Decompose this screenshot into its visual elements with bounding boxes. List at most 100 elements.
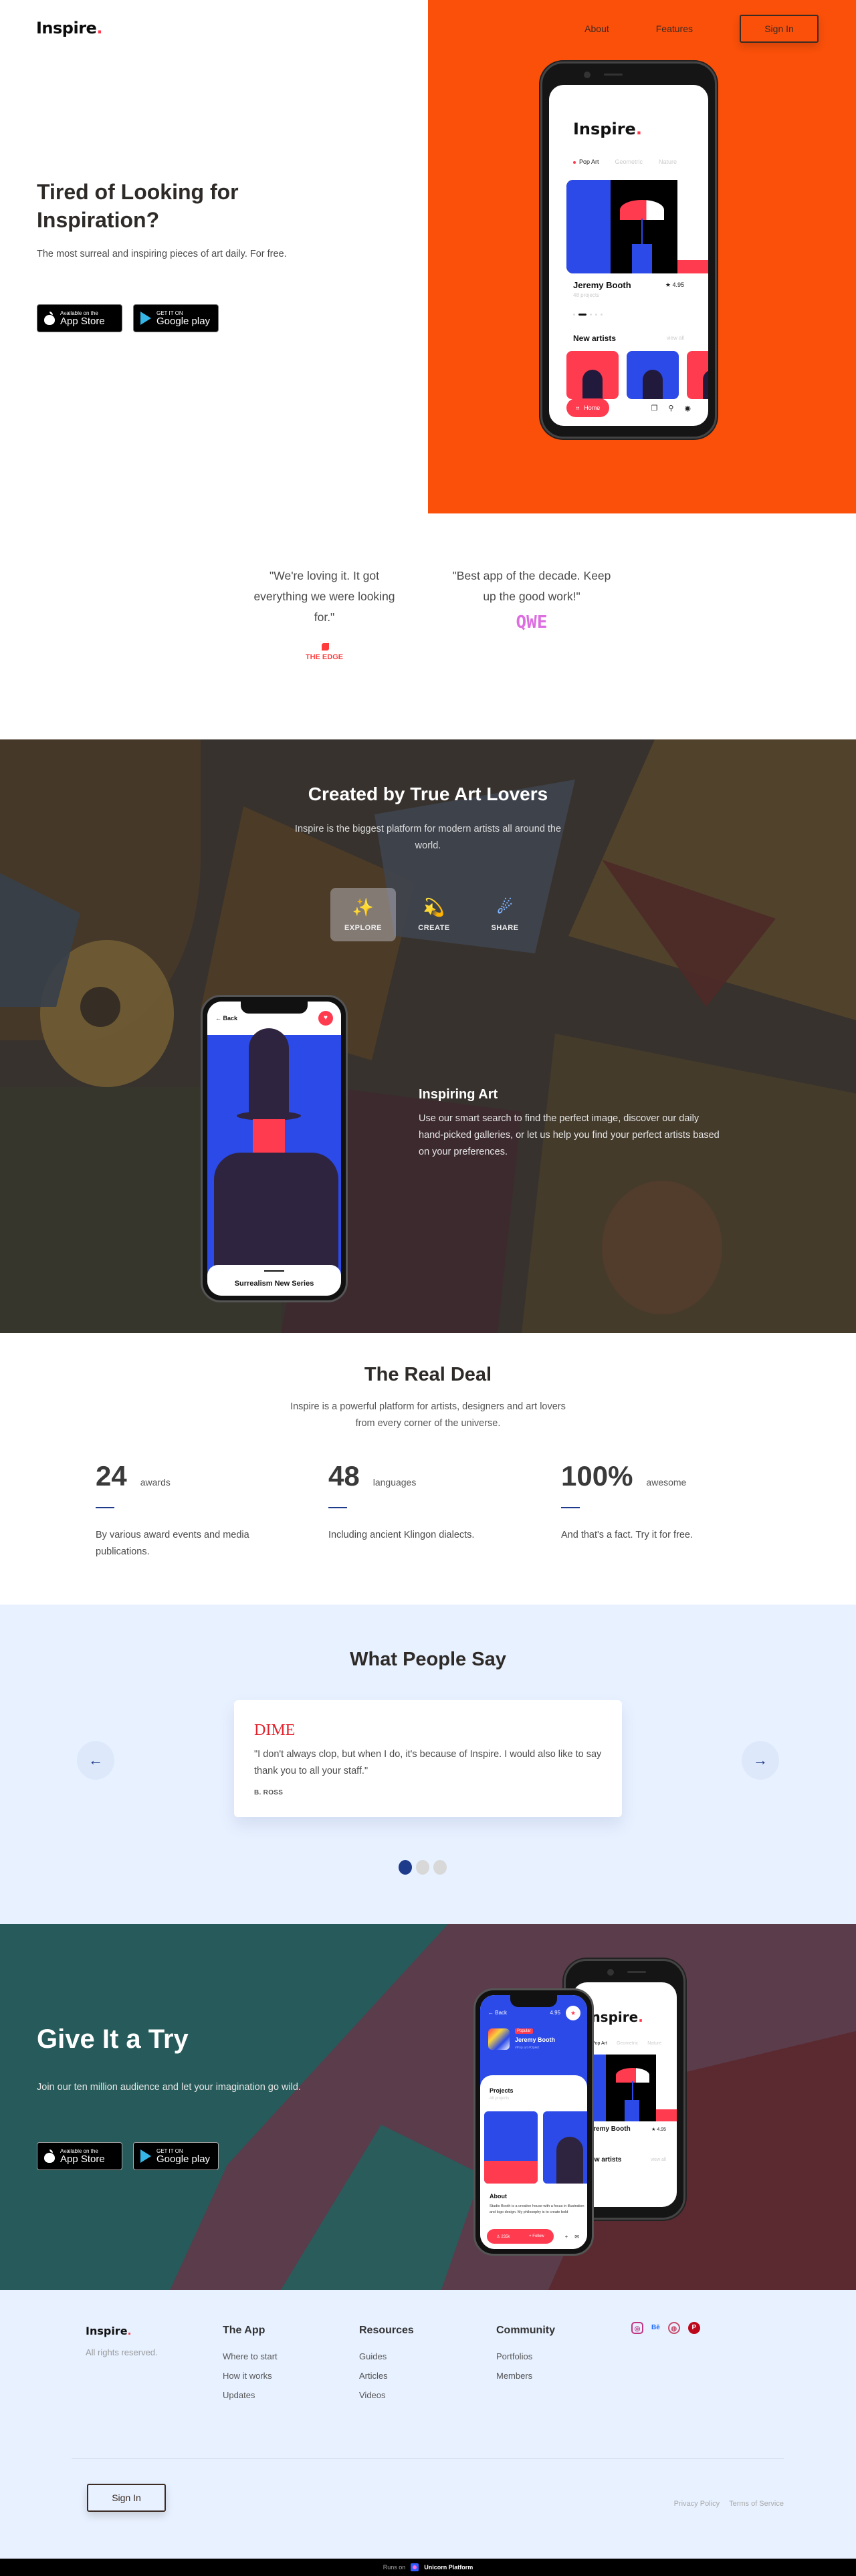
qwe-logo: QWE xyxy=(516,612,548,632)
heart-icon: ♥ xyxy=(318,1011,333,1026)
hero-section: Inspire. About Features Sign In Tired of… xyxy=(0,0,856,513)
user-icon: ♙ 235k xyxy=(496,2234,510,2239)
app-tab-nature: Nature xyxy=(659,158,677,165)
stats-subtitle: Inspire is a powerful platform for artis… xyxy=(290,1401,566,1429)
footer-logo[interactable]: Inspire. xyxy=(86,2325,132,2337)
terms-link[interactable]: Terms of Service xyxy=(729,2500,784,2508)
speaker xyxy=(604,74,623,76)
cta-title: Give It a Try xyxy=(37,2024,189,2054)
dime-logo: DIME xyxy=(254,1722,296,1739)
tab-share[interactable]: ☄ SHARE xyxy=(472,888,538,941)
footer-link-where-to-start[interactable]: Where to start xyxy=(223,2351,278,2361)
feature-description: Inspiring Art Use our smart search to fi… xyxy=(419,1087,726,1161)
footer-link-guides[interactable]: Guides xyxy=(359,2351,414,2361)
google-play-icon xyxy=(140,2149,151,2163)
copy-icon: ❐ xyxy=(651,404,658,413)
app-view-all: view all xyxy=(666,335,684,341)
footer-signin-button[interactable]: Sign In xyxy=(87,2484,166,2512)
hero-title: Tired of Looking for Inspiration? xyxy=(37,180,239,232)
footer-link-members[interactable]: Members xyxy=(496,2371,555,2381)
runs-on-bar[interactable]: Runs on Unicorn Platform xyxy=(0,2559,856,2576)
shooting-star-icon: 💫 xyxy=(423,897,445,917)
logo[interactable]: Inspire. xyxy=(36,19,102,37)
next-arrow-button[interactable]: → xyxy=(742,1741,779,1780)
cta-section: Give It a Try Join our ten million audie… xyxy=(0,1924,856,2290)
carousel-dot-3[interactable] xyxy=(433,1860,447,1875)
search-icon: ⚲ xyxy=(668,404,674,413)
google-play-button[interactable]: GET IT ON Google play xyxy=(133,304,219,332)
tab-create[interactable]: 💫 CREATE xyxy=(401,888,467,941)
artist-avatar xyxy=(488,2028,510,2050)
signin-button[interactable]: Sign In xyxy=(740,15,819,43)
camera-icon xyxy=(584,72,591,78)
testimonial-author: B. ROSS xyxy=(254,1789,284,1796)
cta-subtitle: Join our ten million audience and let yo… xyxy=(37,2082,301,2093)
umbrella-artwork xyxy=(566,180,708,273)
footer-link-articles[interactable]: Articles xyxy=(359,2371,414,2381)
feature-tabs: ✨ EXPLORE 💫 CREATE ☄ SHARE xyxy=(330,888,538,941)
nav-features[interactable]: Features xyxy=(656,23,693,34)
plus-icon: + xyxy=(564,2234,568,2240)
privacy-policy-link[interactable]: Privacy Policy xyxy=(674,2500,720,2508)
top-nav: About Features Sign In xyxy=(584,15,819,43)
mail-icon: ✉ xyxy=(574,2234,579,2240)
carousel-dot-1[interactable] xyxy=(399,1860,412,1875)
footer-col-community: Community Portfolios Members xyxy=(496,2325,555,2381)
app-store-button[interactable]: Available on the App Store xyxy=(37,304,122,332)
app-new-artists-heading: New artists xyxy=(573,334,617,343)
carousel-dot-2[interactable] xyxy=(416,1860,429,1875)
footer-link-how-it-works[interactable]: How it works xyxy=(223,2371,278,2381)
apple-icon xyxy=(44,2149,55,2163)
social-links: ◎ Bē ◍ P xyxy=(631,2322,700,2334)
stats-section: The Real Deal Inspire is a powerful plat… xyxy=(0,1333,856,1605)
pinterest-icon[interactable]: P xyxy=(687,2322,700,2334)
instagram-icon[interactable]: ◎ xyxy=(631,2322,643,2334)
stats-title: The Real Deal xyxy=(364,1364,492,1385)
stat-awesome: 100% awesome And that's a fact. Try it for… xyxy=(561,1460,693,1540)
testimonials-section: What People Say ← DIME "I don't always c… xyxy=(0,1605,856,1924)
stat-awards: 24 awards By various award events and medi… xyxy=(96,1460,249,1557)
footer-link-portfolios[interactable]: Portfolios xyxy=(496,2351,555,2361)
nav-about[interactable]: About xyxy=(584,23,609,34)
star-icon: ★ xyxy=(566,2006,580,2020)
unicorn-platform-icon xyxy=(411,2563,419,2571)
app-artist-thumbnails xyxy=(566,351,708,399)
tab-explore[interactable]: ✨ EXPLORE xyxy=(330,888,396,941)
cta-google-play-button[interactable]: GET IT ON Google play xyxy=(133,2142,219,2170)
app-pager-dots xyxy=(573,314,603,316)
app-rating: ★ 4.95 xyxy=(665,281,684,288)
app-artist-projects: 48 projects xyxy=(573,292,600,298)
footer-link-updates[interactable]: Updates xyxy=(223,2390,278,2400)
app-tab-geometric: Geometric xyxy=(615,158,643,165)
comet-icon: ☄ xyxy=(497,897,513,917)
surrealism-phone-mockup: ← Back ♥ Surrealism New Series xyxy=(201,995,348,1302)
prev-arrow-button[interactable]: ← xyxy=(77,1741,114,1780)
footer-link-videos[interactable]: Videos xyxy=(359,2390,414,2400)
star-icon: ★ xyxy=(665,281,673,288)
legal-links: Privacy Policy Terms of Service xyxy=(674,2500,784,2508)
sparkles-icon: ✨ xyxy=(352,897,374,917)
carousel-dots xyxy=(399,1860,447,1875)
stat-languages: 48 languages Including ancient Klingon dia… xyxy=(328,1460,475,1540)
feature-text: Use our smart search to find the perfect… xyxy=(419,1113,720,1157)
feature-title: Inspiring Art xyxy=(419,1087,498,1102)
profile-icon: ◉ xyxy=(684,404,691,413)
footer-col-app: The App Where to start How it works Upda… xyxy=(223,2325,278,2400)
copyright: All rights reserved. xyxy=(86,2347,158,2357)
store-buttons: Available on the App Store GET IT ON Googl… xyxy=(37,304,219,332)
hero-subtitle: The most surreal and inspiring pieces of… xyxy=(37,249,287,259)
cta-iphone-mockup: ← Back 4.95 ★ Popular Jeremy Booth #Pop … xyxy=(473,1988,594,2256)
behance-icon[interactable]: Bē xyxy=(651,2322,660,2334)
press-quote-the-edge: "We're loving it. It got everything we w… xyxy=(244,566,405,739)
features-subtitle: Inspire is the biggest platform for mode… xyxy=(294,824,562,851)
app-artist-name: Jeremy Booth xyxy=(573,280,631,290)
testimonial-card: DIME "I don't always clop, but when I do… xyxy=(234,1700,622,1817)
features-title: Created by True Art Lovers xyxy=(308,784,548,804)
cta-app-store-button[interactable]: Available on the App Store xyxy=(37,2142,122,2170)
dribbble-icon[interactable]: ◍ xyxy=(667,2322,680,2334)
google-play-icon xyxy=(140,312,151,325)
app-logo: Inspire. xyxy=(573,120,642,138)
press-quote-qwe: "Best app of the decade. Keep up the goo… xyxy=(452,569,611,632)
press-quotes-section: "We're loving it. It got everything we w… xyxy=(0,513,856,739)
phone-screen: Inspire. Pop Art Geometric Nature Jeremy… xyxy=(549,85,708,426)
